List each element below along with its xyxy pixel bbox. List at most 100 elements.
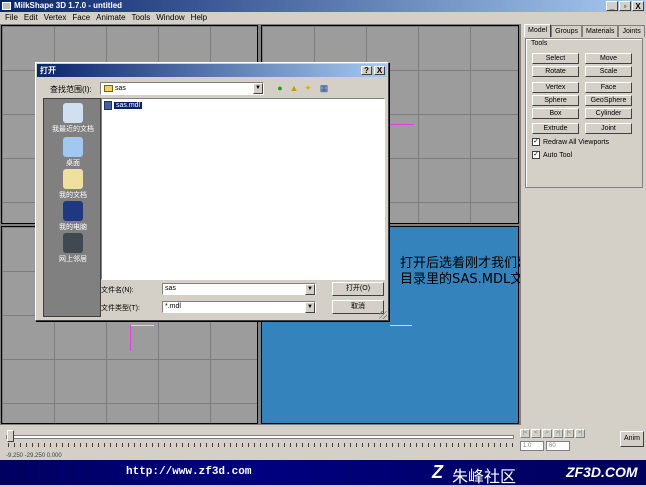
place-my-computer-label: 我的电脑 <box>59 224 87 231</box>
face-button[interactable]: Face <box>585 82 632 93</box>
first-frame-button[interactable]: |< <box>520 429 530 438</box>
mdl-file-icon <box>104 101 112 110</box>
file-item[interactable]: sas.mdl <box>104 101 143 110</box>
dialog-help-button[interactable]: ? <box>361 66 372 75</box>
last-frame-button[interactable]: >| <box>553 429 563 438</box>
anim-button[interactable]: Anim <box>620 431 644 447</box>
menu-help[interactable]: Help <box>188 12 210 24</box>
sphere-button[interactable]: Sphere <box>532 95 579 106</box>
checkmark-icon: ✓ <box>532 138 540 146</box>
tab-joints[interactable]: Joints <box>618 25 645 37</box>
scale-button[interactable]: Scale <box>585 66 632 77</box>
menubar: File Edit Vertex Face Animate Tools Wind… <box>0 12 646 24</box>
banner-logo: Z <box>432 462 443 482</box>
filename-input[interactable]: sas ▼ <box>162 283 316 295</box>
filetype-select[interactable]: *.mdl ▼ <box>162 301 316 313</box>
place-my-computer[interactable]: 我的电脑 <box>44 201 102 232</box>
chevron-down-icon[interactable]: ▼ <box>253 83 263 94</box>
select-button[interactable]: Select <box>532 53 579 64</box>
my-computer-icon <box>63 201 83 221</box>
menu-tools[interactable]: Tools <box>129 12 154 24</box>
minimize-button[interactable]: _ <box>606 1 618 11</box>
lookin-dropdown[interactable]: sas ▼ <box>100 82 264 95</box>
place-recent-label: 我最近的文档 <box>52 126 94 133</box>
current-frame-field[interactable]: 1.0 <box>520 441 544 451</box>
move-button[interactable]: Move <box>585 53 632 64</box>
start-key-button[interactable]: |< <box>564 429 574 438</box>
folder-icon <box>104 85 113 92</box>
redraw-all-viewports-checkbox[interactable]: ✓ Redraw All Viewports <box>532 138 609 146</box>
axis-3d-line <box>390 325 412 326</box>
axis-z-line <box>130 325 154 326</box>
menu-edit[interactable]: Edit <box>21 12 41 24</box>
tools-group: Tools Select Move Rotate Scale Vertex Fa… <box>525 38 643 188</box>
recent-documents-icon <box>63 103 83 123</box>
open-button[interactable]: 打开(O) <box>332 282 384 296</box>
tab-materials[interactable]: Materials <box>582 25 619 37</box>
network-places-icon <box>63 233 83 253</box>
filetype-label: 文件类型(T): <box>101 305 140 312</box>
chevron-down-icon[interactable]: ▼ <box>305 302 315 313</box>
desktop-icon <box>63 137 83 157</box>
place-network[interactable]: 网上邻居 <box>44 233 102 264</box>
menu-window[interactable]: Window <box>153 12 187 24</box>
maximize-button[interactable]: ▫ <box>619 1 631 11</box>
place-recent[interactable]: 我最近的文档 <box>44 103 102 134</box>
new-folder-icon[interactable]: ✦ <box>302 82 314 94</box>
menu-vertex[interactable]: Vertex <box>41 12 70 24</box>
app-icon <box>2 2 11 10</box>
tab-model[interactable]: Model <box>524 24 552 37</box>
place-desktop[interactable]: 桌面 <box>44 137 102 168</box>
box-button[interactable]: Box <box>532 108 579 119</box>
animation-timeline: |< < > >| |< >| 1.0 60 Anim <box>0 425 646 455</box>
cylinder-button[interactable]: Cylinder <box>585 108 632 119</box>
auto-tool-checkbox[interactable]: ✓ Auto Tool <box>532 151 572 159</box>
view-menu-icon[interactable]: ▦ <box>316 82 332 94</box>
dialog-title: 打开 <box>40 66 56 75</box>
frame-slider-track[interactable] <box>6 435 514 439</box>
banner-name: 朱峰社区 <box>452 467 517 486</box>
prev-frame-button[interactable]: < <box>531 429 541 438</box>
checkmark-icon: ✓ <box>532 151 540 159</box>
next-frame-button[interactable]: > <box>542 429 552 438</box>
file-name: sas.mdl <box>114 102 143 109</box>
chevron-down-icon[interactable]: ▼ <box>305 284 315 295</box>
total-frames-field[interactable]: 60 <box>546 441 570 451</box>
dialog-close-button[interactable]: X <box>374 66 385 75</box>
tab-groups[interactable]: Groups <box>551 25 583 37</box>
back-icon[interactable]: ● <box>274 82 286 94</box>
lookin-label: 查找范围(I): <box>50 85 92 94</box>
lookin-value: sas <box>115 85 126 92</box>
auto-tool-label: Auto Tool <box>543 151 573 159</box>
menu-face[interactable]: Face <box>69 12 93 24</box>
geosphere-button[interactable]: GeoSphere <box>585 95 632 106</box>
tools-group-label: Tools <box>530 40 549 47</box>
rotate-button[interactable]: Rotate <box>532 66 579 77</box>
banner-url: http://www.zf3d.com <box>126 466 252 478</box>
frame-slider-thumb[interactable] <box>7 430 14 442</box>
filename-value: sas <box>165 285 176 292</box>
frame-ticks <box>8 443 514 447</box>
vertex-button[interactable]: Vertex <box>532 82 579 93</box>
extrude-button[interactable]: Extrude <box>532 123 579 134</box>
place-network-label: 网上邻居 <box>59 256 87 263</box>
up-folder-icon[interactable]: ▲ <box>288 82 300 94</box>
close-button[interactable]: X <box>632 1 644 11</box>
cancel-button[interactable]: 取消 <box>332 300 384 314</box>
end-key-button[interactable]: >| <box>575 429 585 438</box>
window-titlebar: MilkShape 3D 1.7.0 - untitled _ ▫ X <box>0 0 646 12</box>
place-desktop-label: 桌面 <box>66 160 80 167</box>
menu-file[interactable]: File <box>2 12 21 24</box>
axis-x-line <box>390 124 414 125</box>
place-my-documents[interactable]: 我的文档 <box>44 169 102 200</box>
joint-button[interactable]: Joint <box>585 123 632 134</box>
resize-grip[interactable] <box>379 311 387 319</box>
tool-panel: Model Groups Materials Joints Tools Sele… <box>520 24 646 425</box>
open-file-dialog: 打开 ? X 查找范围(I): sas ▼ ● ▲ ✦ ▦ 我最近的文档 桌面 … <box>35 62 389 321</box>
my-documents-icon <box>63 169 83 189</box>
menu-animate[interactable]: Animate <box>93 12 128 24</box>
filetype-value: *.mdl <box>165 303 181 310</box>
file-list[interactable]: sas.mdl <box>101 98 385 280</box>
redraw-all-viewports-label: Redraw All Viewports <box>543 138 610 146</box>
watermark-banner: http://www.zf3d.com Z 朱峰社区 ZF3D.COM <box>0 460 646 486</box>
